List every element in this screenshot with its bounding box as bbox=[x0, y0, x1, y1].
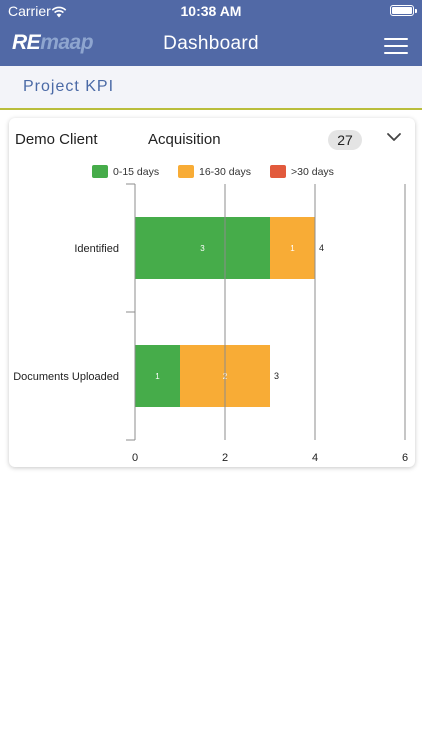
bar-total-label: 3 bbox=[274, 371, 279, 381]
status-bar: Carrier 10:38 AM bbox=[0, 0, 422, 22]
chevron-down-icon[interactable] bbox=[384, 130, 404, 144]
x-tick-label: 0 bbox=[132, 452, 138, 464]
status-time: 10:38 AM bbox=[180, 3, 242, 19]
app-screen: Carrier 10:38 AM REmaap Dashboard Projec… bbox=[0, 0, 422, 750]
x-tick-label: 2 bbox=[222, 452, 228, 464]
category-label: Documents Uploaded bbox=[13, 371, 119, 383]
bar-segment-label: 1 bbox=[290, 244, 295, 253]
stacked-bar-chart: 314Identified123Documents Uploaded0246 bbox=[13, 183, 408, 464]
legend-label: >30 days bbox=[291, 166, 334, 178]
hamburger-menu-icon[interactable] bbox=[384, 38, 408, 54]
kpi-category: Acquisition bbox=[148, 131, 221, 148]
page-title: Dashboard bbox=[163, 33, 259, 54]
count-badge: 27 bbox=[328, 130, 362, 150]
bar-segment-label: 3 bbox=[200, 244, 205, 253]
kpi-card: Demo Client Acquisition 27 0-15 days 16-… bbox=[9, 118, 415, 467]
chart-legend: 0-15 days 16-30 days >30 days bbox=[9, 162, 415, 182]
battery-icon bbox=[390, 5, 417, 16]
legend-swatch bbox=[92, 165, 108, 178]
bar-segment-label: 1 bbox=[155, 372, 160, 381]
category-label: Identified bbox=[74, 243, 119, 255]
x-tick-label: 6 bbox=[402, 452, 408, 464]
legend-label: 0-15 days bbox=[113, 166, 160, 178]
bar-total-label: 4 bbox=[319, 243, 324, 253]
legend-label: 16-30 days bbox=[199, 166, 251, 178]
navigation-bar: Carrier 10:38 AM REmaap Dashboard bbox=[0, 0, 422, 66]
legend-swatch bbox=[270, 165, 286, 178]
client-name: Demo Client bbox=[15, 131, 98, 148]
legend-swatch bbox=[178, 165, 194, 178]
section-title: Project KPI bbox=[23, 78, 115, 95]
section-header: Project KPI bbox=[0, 66, 422, 110]
x-tick-label: 4 bbox=[312, 452, 318, 464]
